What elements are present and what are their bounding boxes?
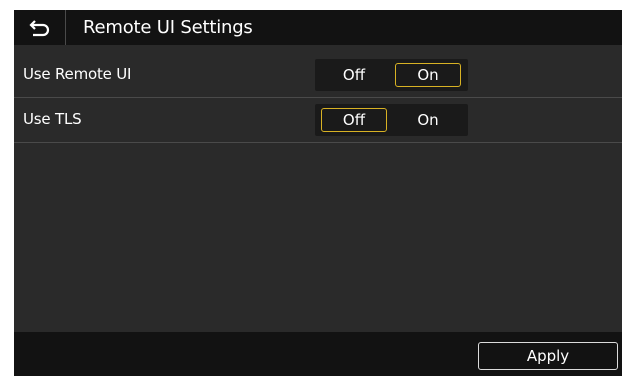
setting-row-use-remote-ui: Use Remote UI Off On: [14, 54, 622, 98]
toggle-use-tls: Off On: [315, 104, 468, 136]
header-bar: Remote UI Settings: [14, 10, 622, 45]
option-off-use-tls[interactable]: Off: [321, 108, 387, 132]
back-button[interactable]: [14, 10, 66, 45]
page-title: Remote UI Settings: [83, 17, 253, 38]
option-on-use-remote-ui[interactable]: On: [395, 63, 461, 87]
apply-button[interactable]: Apply: [478, 342, 618, 370]
toggle-use-remote-ui: Off On: [315, 59, 468, 91]
setting-label-use-remote-ui: Use Remote UI: [23, 65, 132, 83]
setting-row-use-tls: Use TLS Off On: [14, 99, 622, 143]
option-on-use-tls[interactable]: On: [395, 108, 461, 132]
back-arrow-icon: [28, 19, 49, 36]
setting-label-use-tls: Use TLS: [23, 110, 82, 128]
option-off-use-remote-ui[interactable]: Off: [321, 63, 387, 87]
footer-bar: Apply: [14, 332, 622, 376]
remote-ui-settings-screen: Remote UI Settings Use Remote UI Off On …: [14, 10, 622, 376]
